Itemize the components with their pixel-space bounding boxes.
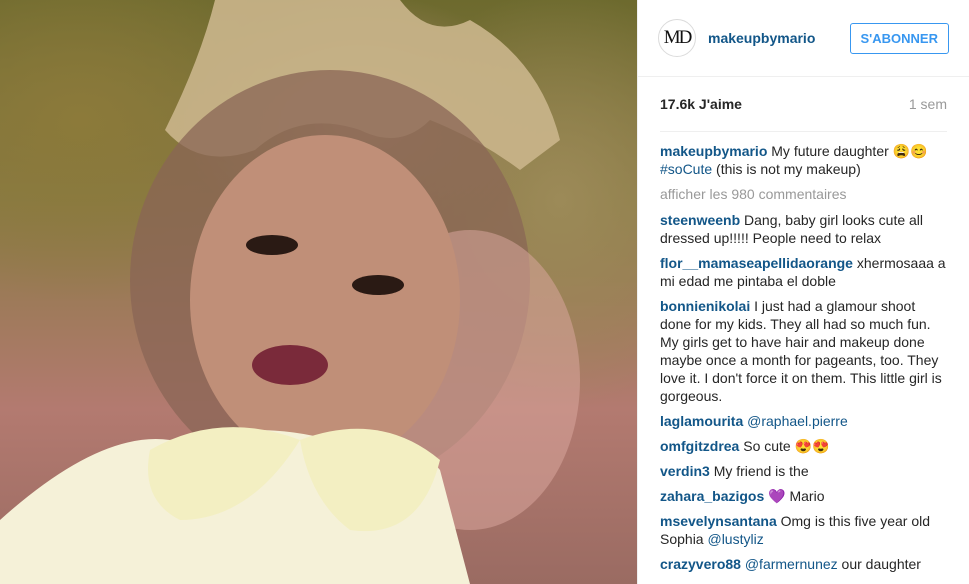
- post-photo[interactable]: [0, 0, 637, 584]
- comment-text: My friend is the: [709, 463, 809, 479]
- comment-item: crazyvero88 @farmernunez our daughter: [660, 555, 947, 573]
- comment-text: our daughter: [837, 556, 921, 572]
- comment-item: laglamourita @raphael.pierre: [660, 412, 947, 430]
- comment-mention[interactable]: @raphael.pierre: [743, 413, 848, 429]
- comment-username[interactable]: zahara_bazigos: [660, 488, 764, 504]
- header-username[interactable]: makeupbymario: [708, 30, 850, 46]
- comment-item: flor__mamaseapellidaorange xhermosaaa a …: [660, 254, 947, 290]
- post-time[interactable]: 1 sem: [909, 96, 947, 112]
- comment-text: So cute 😍😍: [739, 438, 830, 454]
- comment-username[interactable]: laglamourita: [660, 413, 743, 429]
- caption: makeupbymario My future daughter 😩😊 #soC…: [660, 142, 947, 178]
- post-sidebar: MD makeupbymario S'ABONNER 17.6k J'aime …: [637, 0, 969, 584]
- comment-item: steenweenb Dang, baby girl looks cute al…: [660, 211, 947, 247]
- post-header: MD makeupbymario S'ABONNER: [638, 0, 969, 77]
- comment-mention[interactable]: @farmernunez: [741, 556, 838, 572]
- like-count[interactable]: 17.6k J'aime: [660, 96, 742, 112]
- comment-item: msevelynsantana Omg is this five year ol…: [660, 512, 947, 548]
- comment-username[interactable]: steenweenb: [660, 212, 740, 228]
- comment-username[interactable]: omfgitzdrea: [660, 438, 739, 454]
- caption-text: My future daughter 😩😊: [767, 143, 928, 159]
- comment-text: 💜 Mario: [764, 488, 825, 504]
- follow-button[interactable]: S'ABONNER: [849, 22, 949, 54]
- post-container: MD makeupbymario S'ABONNER 17.6k J'aime …: [0, 0, 969, 584]
- caption-username[interactable]: makeupbymario: [660, 143, 767, 159]
- hashtag-link[interactable]: #soCute: [660, 161, 712, 177]
- comment-username[interactable]: msevelynsantana: [660, 513, 777, 529]
- comment-username[interactable]: bonnienikolai: [660, 298, 750, 314]
- comment-list: makeupbymario My future daughter 😩😊 #soC…: [638, 132, 969, 584]
- post-meta: 17.6k J'aime 1 sem: [660, 77, 947, 132]
- comment-username[interactable]: verdin3: [660, 463, 710, 479]
- comment-item: zahara_bazigos 💜 Mario: [660, 487, 947, 505]
- comment-item: omfgitzdrea So cute 😍😍: [660, 437, 947, 455]
- comment-mention[interactable]: @lustyliz: [707, 531, 763, 547]
- comment-item: verdin3 My friend is the: [660, 462, 947, 480]
- photo-illustration: [0, 0, 580, 584]
- load-more-comments[interactable]: afficher les 980 commentaires: [660, 185, 947, 203]
- caption-text-2: (this is not my makeup): [712, 161, 861, 177]
- avatar[interactable]: MD: [658, 19, 696, 57]
- comment-username[interactable]: crazyvero88: [660, 556, 741, 572]
- comment-item: bonnienikolai I just had a glamour shoot…: [660, 297, 947, 405]
- comment-username[interactable]: flor__mamaseapellidaorange: [660, 255, 853, 271]
